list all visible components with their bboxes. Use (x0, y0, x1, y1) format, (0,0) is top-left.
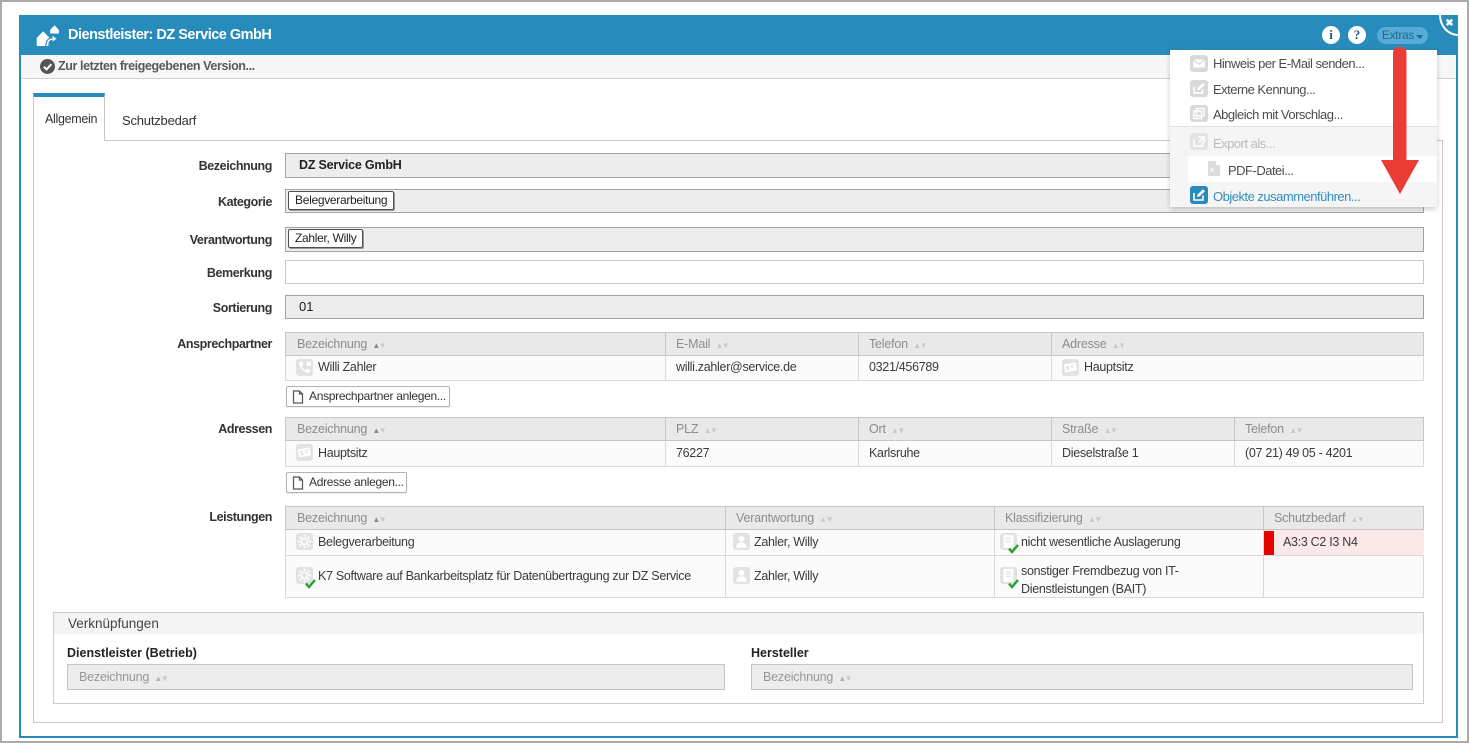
svg-text:A: A (1210, 168, 1215, 174)
